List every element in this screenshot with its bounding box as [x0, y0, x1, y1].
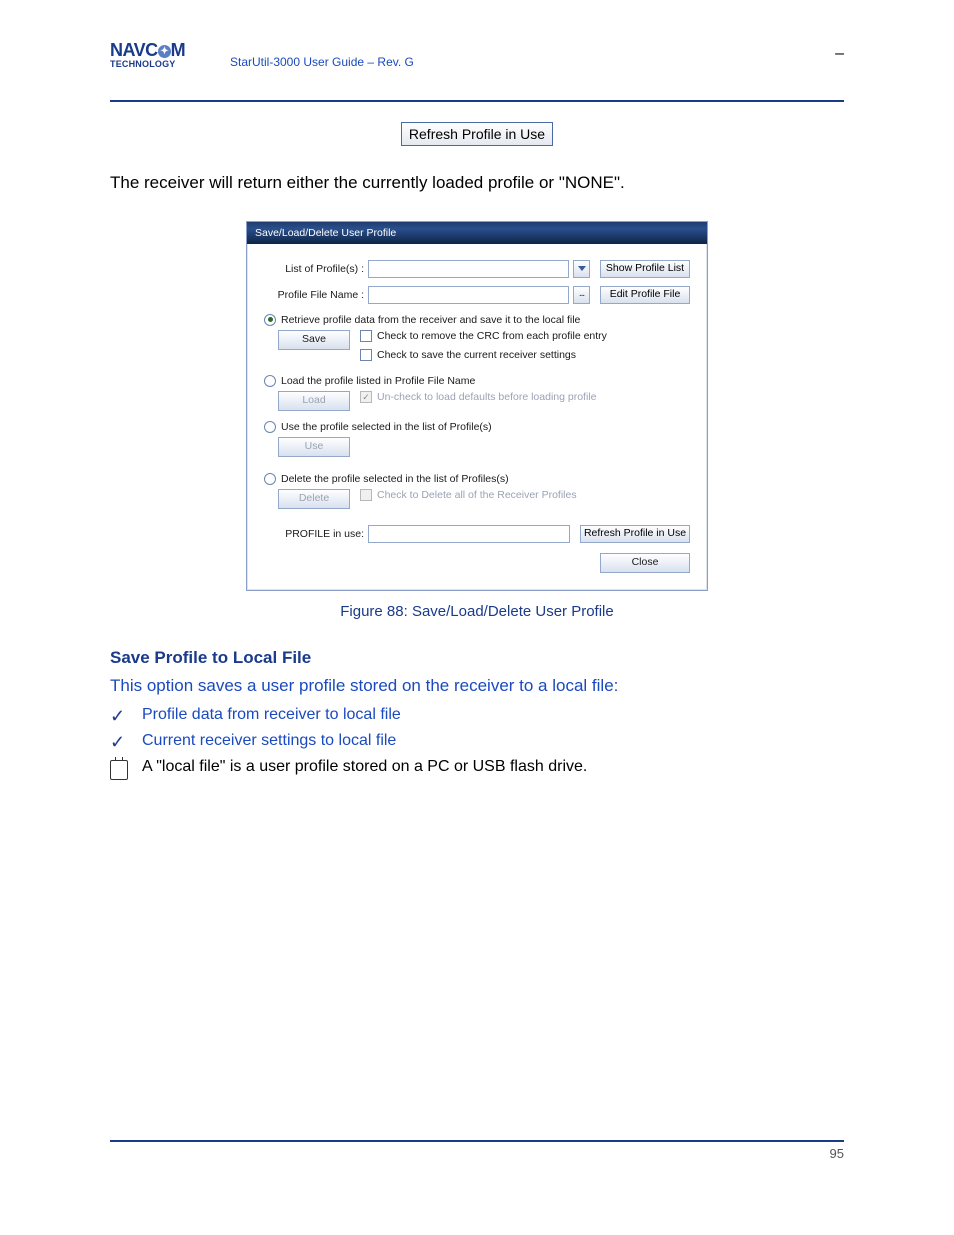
current-settings-label: Check to save the current receiver setti…: [377, 349, 576, 361]
load-radio-label: Load the profile listed in Profile File …: [281, 375, 475, 387]
load-radio[interactable]: [264, 375, 276, 387]
crc-checkbox-label: Check to remove the CRC from each profil…: [377, 330, 607, 342]
header-subtitle: StarUtil-3000 User Guide – Rev. G: [230, 55, 414, 69]
file-name-input[interactable]: [368, 286, 569, 304]
chevron-down-icon: [578, 266, 586, 271]
retrieve-radio[interactable]: [264, 314, 276, 326]
delete-radio[interactable]: [264, 473, 276, 485]
header-dash: –: [835, 45, 844, 63]
retrieve-radio-label: Retrieve profile data from the receiver …: [281, 314, 580, 326]
bullet-2: Current receiver settings to local file: [142, 732, 396, 750]
check-icon: ✓: [110, 732, 128, 752]
logo-star-icon: ✦: [158, 45, 171, 58]
profile-in-use-input[interactable]: [368, 525, 570, 543]
close-button[interactable]: Close: [600, 553, 690, 573]
profile-in-use-label: PROFILE in use:: [264, 528, 364, 540]
page-number: 95: [830, 1146, 844, 1161]
note-icon: [110, 760, 128, 780]
uncheck-defaults-label: Un-check to load defaults before loading…: [377, 391, 596, 403]
delete-all-label: Check to Delete all of the Receiver Prof…: [377, 489, 577, 501]
save-button[interactable]: Save: [278, 330, 350, 350]
bullet-1: Profile data from receiver to local file: [142, 706, 401, 724]
delete-all-checkbox: [360, 489, 372, 501]
show-profile-list-button[interactable]: Show Profile List: [600, 260, 690, 278]
use-button[interactable]: Use: [278, 437, 350, 457]
logo-top-text2: M: [171, 40, 186, 60]
delete-radio-label: Delete the profile selected in the list …: [281, 473, 509, 485]
refresh-profile-in-use-button[interactable]: Refresh Profile in Use: [580, 525, 690, 543]
delete-button[interactable]: Delete: [278, 489, 350, 509]
check-icon: ✓: [110, 706, 128, 726]
note-text: A "local file" is a user profile stored …: [142, 758, 587, 776]
figure-caption: Figure 88: Save/Load/Delete User Profile: [110, 603, 844, 620]
crc-checkbox[interactable]: [360, 330, 372, 342]
use-radio-label: Use the profile selected in the list of …: [281, 421, 492, 433]
logo-bottom-text: TECHNOLOGY: [110, 59, 185, 69]
current-settings-checkbox[interactable]: [360, 349, 372, 361]
user-profile-dialog: Save/Load/Delete User Profile List of Pr…: [246, 221, 708, 591]
dialog-title: Save/Load/Delete User Profile: [247, 222, 707, 244]
list-profiles-input[interactable]: [368, 260, 569, 278]
browse-file-button[interactable]: ...: [573, 286, 590, 304]
save-section-heading: Save Profile to Local File: [110, 648, 844, 668]
uncheck-defaults-checkbox: [360, 391, 372, 403]
save-section-text: This option saves a user profile stored …: [110, 674, 844, 699]
logo-top-text: NAVC: [110, 40, 158, 60]
load-button[interactable]: Load: [278, 391, 350, 411]
list-dropdown-button[interactable]: [573, 260, 590, 278]
list-profiles-label: List of Profile(s) :: [264, 263, 364, 275]
file-name-label: Profile File Name :: [264, 289, 364, 301]
refresh-profile-button[interactable]: Refresh Profile in Use: [401, 122, 553, 146]
intro-text: The receiver will return either the curr…: [110, 171, 844, 196]
edit-profile-file-button[interactable]: Edit Profile File: [600, 286, 690, 304]
use-radio[interactable]: [264, 421, 276, 433]
logo: NAVC✦M TECHNOLOGY: [110, 40, 185, 69]
top-rule: [110, 100, 844, 102]
